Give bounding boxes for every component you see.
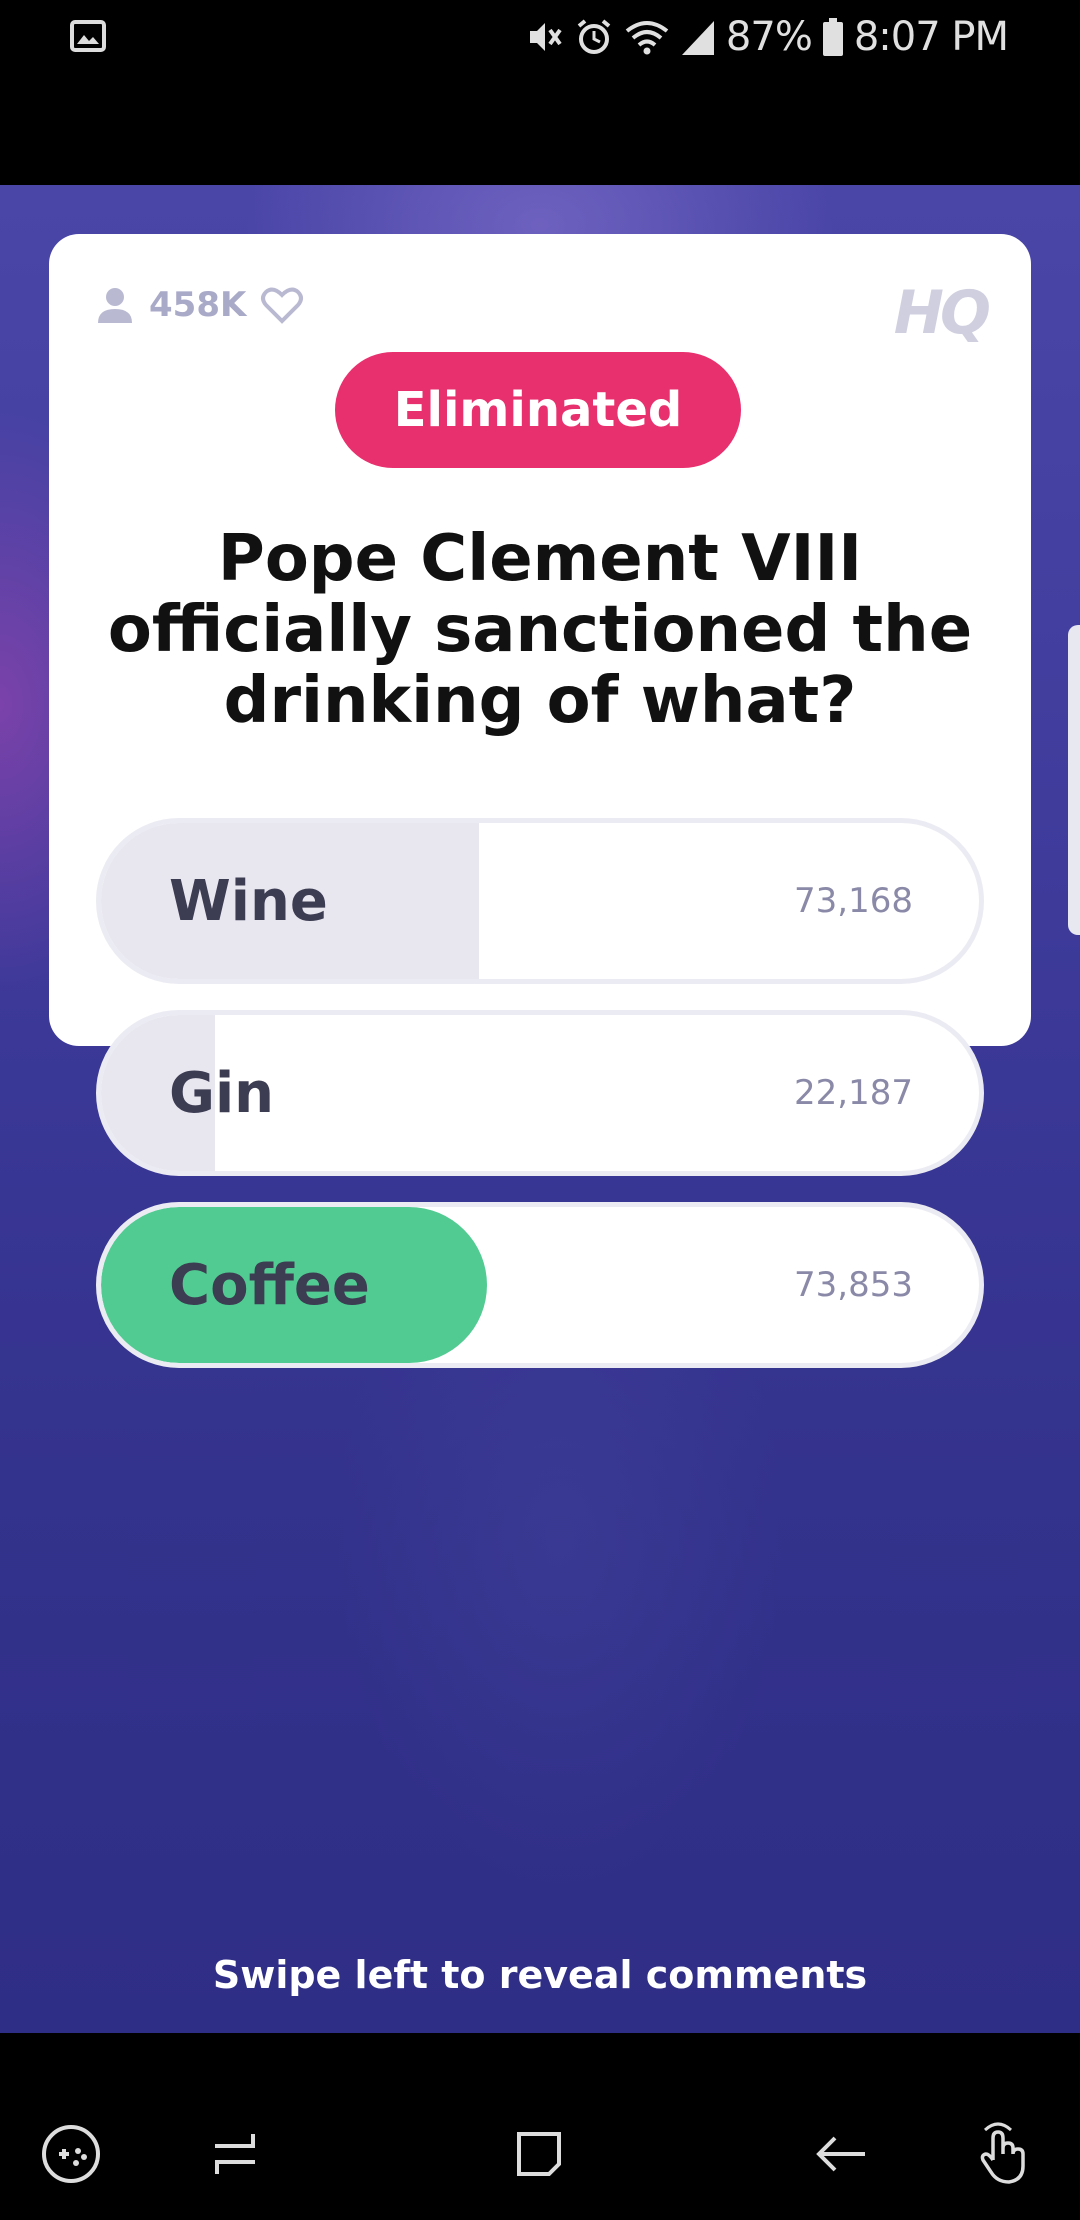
answer-label: Coffee (169, 1252, 370, 1318)
home-button[interactable] (504, 2119, 574, 2189)
recent-apps-button[interactable] (200, 2119, 270, 2189)
clock: 8:07 PM (853, 14, 1009, 60)
battery-icon (822, 18, 843, 56)
mute-icon (529, 23, 562, 51)
home-icon (517, 2132, 561, 2176)
touch-gesture-button[interactable] (970, 2119, 1040, 2189)
eliminated-badge: Eliminated (335, 352, 741, 468)
back-icon (816, 2136, 865, 2172)
heart-icon[interactable] (260, 285, 304, 325)
answer-label: Wine (169, 868, 328, 934)
answer-option-coffee[interactable]: Coffee 73,853 (96, 1202, 984, 1368)
wifi-icon (625, 21, 669, 55)
touch-gesture-icon (980, 2122, 1025, 2184)
hq-logo: HQ (893, 278, 991, 348)
viewer-counter: 458K (95, 284, 304, 326)
answer-option-wine[interactable]: Wine 73,168 (96, 818, 984, 984)
comments-drawer-handle[interactable] (1068, 625, 1080, 935)
swipe-hint: Swipe left to reveal comments (212, 1953, 868, 1997)
answer-label: Gin (169, 1060, 275, 1126)
navigation-bar (0, 2033, 1080, 2220)
question-text: Pope Clement VIII officially sanctioned … (107, 522, 973, 738)
back-button[interactable] (806, 2119, 876, 2189)
status-icons: 87% 8:07 PM (524, 12, 1009, 62)
answer-count: 22,187 (794, 1073, 913, 1113)
game-tools-icon (42, 2125, 100, 2183)
recent-apps-icon (215, 2134, 255, 2174)
battery-percent: 87% (725, 14, 813, 60)
answer-option-gin[interactable]: Gin 22,187 (96, 1010, 984, 1176)
game-stage[interactable]: 458K HQ Eliminated Pope Clement VIII off… (0, 185, 1080, 2033)
answer-count: 73,168 (794, 881, 913, 921)
viewer-count: 458K (149, 285, 247, 325)
answer-count: 73,853 (794, 1265, 913, 1305)
game-tools-button[interactable] (36, 2119, 106, 2189)
gallery-icon (70, 20, 106, 52)
person-icon (98, 288, 132, 323)
question-card: 458K HQ Eliminated Pope Clement VIII off… (49, 234, 1031, 1368)
signal-icon (681, 21, 714, 55)
status-bar: 87% 8:07 PM (0, 0, 1080, 185)
alarm-icon (577, 19, 611, 54)
